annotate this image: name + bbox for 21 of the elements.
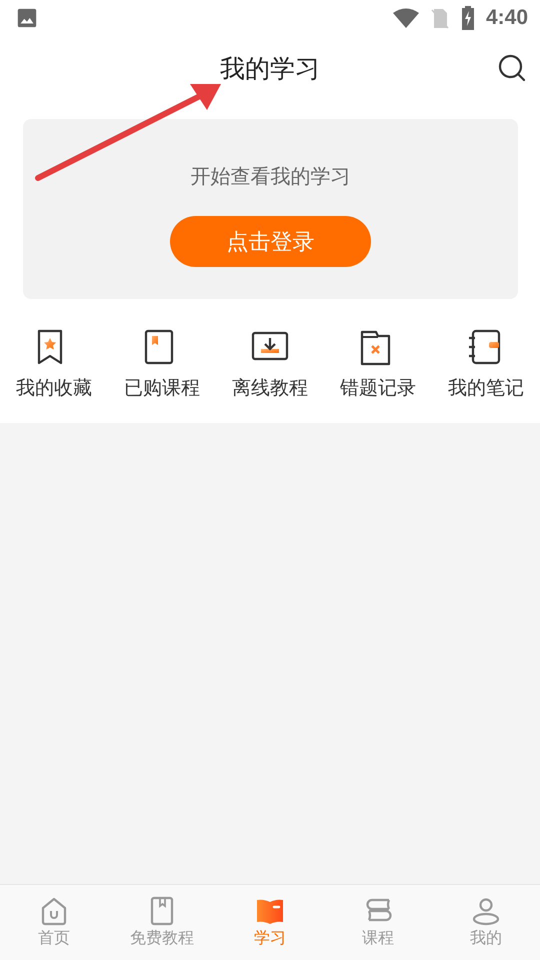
nav-tab[interactable]: 我的 <box>432 885 540 960</box>
shortcut-label[interactable]: 已购课程 <box>124 375 200 401</box>
wifi-icon <box>392 7 420 29</box>
shortcut-label[interactable]: 我的笔记 <box>448 375 524 401</box>
login-prompt: 开始查看我的学习 <box>190 163 350 190</box>
search-icon[interactable] <box>498 54 526 82</box>
no-sim-icon <box>430 7 450 29</box>
nav-tab[interactable]: 课程 <box>324 885 432 960</box>
page-title: 我的学习 <box>220 52 320 84</box>
status-time: 4:40 <box>486 6 528 30</box>
shortcut-label[interactable]: 离线教程 <box>232 375 308 401</box>
nav-tab[interactable]: 学习 <box>216 885 324 960</box>
shortcut-label[interactable]: 错题记录 <box>340 375 416 401</box>
battery-charging-icon <box>460 6 476 30</box>
person-icon <box>471 896 501 926</box>
image-icon <box>16 7 38 29</box>
login-button[interactable]: 点击登录 <box>170 216 371 267</box>
nav-tab[interactable]: 首页 <box>0 885 108 960</box>
nav-tab[interactable]: 免费教程 <box>108 885 216 960</box>
shortcut-label[interactable]: 我的收藏 <box>16 375 92 401</box>
home-icon <box>39 896 69 926</box>
